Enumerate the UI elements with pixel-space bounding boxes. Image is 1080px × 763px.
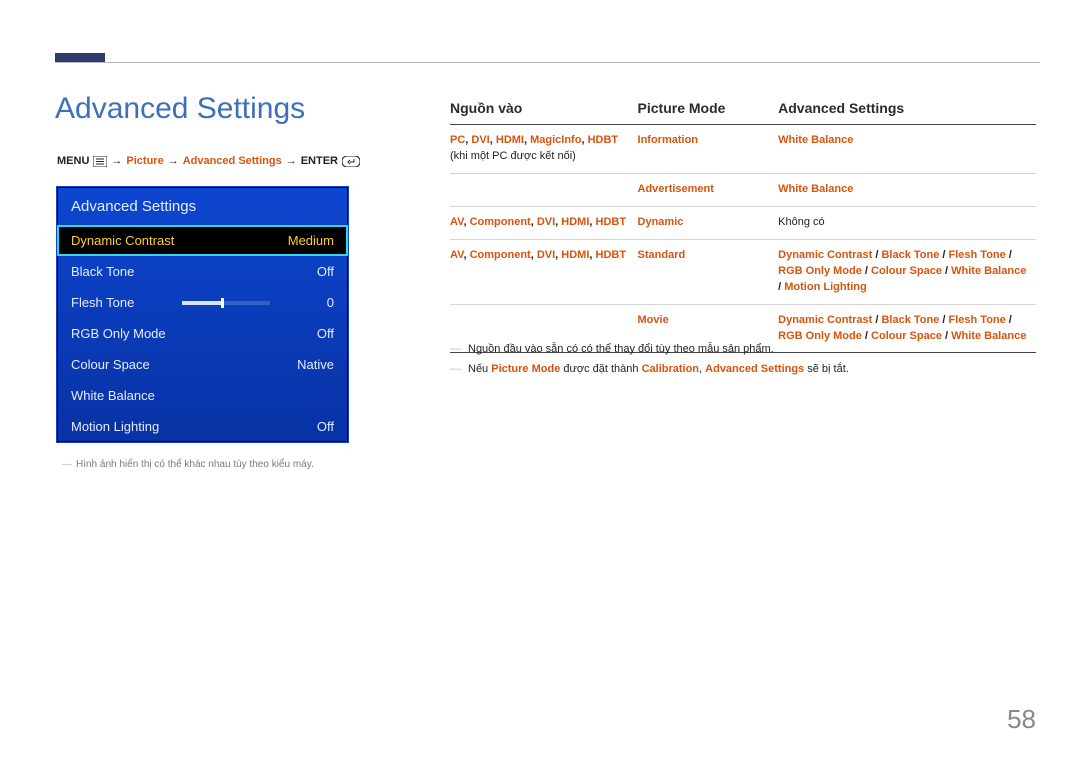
breadcrumb-arrow-1: →: [111, 155, 122, 167]
table-header-source: Nguồn vào: [450, 100, 638, 125]
breadcrumb-enter: ENTER: [301, 155, 338, 167]
cell-source: PC, DVI, HDMI, MagicInfo, HDBT (khi một …: [450, 125, 638, 174]
footnote-1: Nguồn đầu vào sẵn có có thể thay đổi tùy…: [450, 340, 1036, 359]
table-header-mode: Picture Mode: [638, 100, 779, 125]
cell-mode: Information: [638, 125, 779, 174]
osd-row-value: Off: [274, 326, 334, 341]
osd-row[interactable]: White Balance: [57, 380, 348, 411]
table-row: AdvertisementWhite Balance: [450, 173, 1036, 206]
slider[interactable]: [182, 301, 270, 305]
osd-row-value: Off: [274, 419, 334, 434]
osd-row[interactable]: RGB Only ModeOff: [57, 318, 348, 349]
breadcrumb-advanced: Advanced Settings: [183, 155, 282, 167]
breadcrumb-arrow-2: →: [168, 155, 179, 167]
breadcrumb: MENU → Picture → Advanced Settings → ENT…: [57, 155, 360, 167]
header-accent: [55, 53, 105, 62]
osd-row-label: RGB Only Mode: [71, 326, 274, 341]
cell-source: [450, 173, 638, 206]
osd-row-label: Flesh Tone: [71, 295, 182, 310]
enter-icon: [342, 156, 360, 167]
breadcrumb-picture: Picture: [126, 155, 163, 167]
cell-settings: Dynamic Contrast / Black Tone / Flesh To…: [778, 239, 1036, 304]
osd-panel: Advanced Settings Dynamic ContrastMedium…: [56, 186, 349, 443]
breadcrumb-arrow-3: →: [286, 155, 297, 167]
page-title: Advanced Settings: [55, 92, 305, 126]
table-header-row: Nguồn vào Picture Mode Advanced Settings: [450, 100, 1036, 125]
osd-row-value: 0: [274, 295, 334, 310]
osd-row-label: Motion Lighting: [71, 419, 274, 434]
header-rule: [55, 62, 1040, 63]
cell-source: AV, Component, DVI, HDMI, HDBT: [450, 206, 638, 239]
table-row: PC, DVI, HDMI, MagicInfo, HDBT (khi một …: [450, 125, 1036, 174]
cell-settings: Không có: [778, 206, 1036, 239]
osd-footnote: Hình ảnh hiển thị có thể khác nhau tùy t…: [62, 459, 314, 470]
page-number: 58: [1007, 704, 1036, 735]
osd-row-value: Native: [274, 357, 334, 372]
osd-row[interactable]: Motion LightingOff: [57, 411, 348, 442]
osd-row-label: Dynamic Contrast: [71, 233, 274, 248]
cell-mode: Standard: [638, 239, 779, 304]
osd-row-value: Medium: [274, 233, 334, 248]
menu-icon: [93, 156, 107, 167]
cell-mode: Dynamic: [638, 206, 779, 239]
table-row: AV, Component, DVI, HDMI, HDBTStandardDy…: [450, 239, 1036, 304]
cell-source: AV, Component, DVI, HDMI, HDBT: [450, 239, 638, 304]
osd-row[interactable]: Flesh Tone 0: [57, 287, 348, 318]
settings-table: Nguồn vào Picture Mode Advanced Settings…: [450, 100, 1036, 353]
osd-row-label: Black Tone: [71, 264, 274, 279]
breadcrumb-menu: MENU: [57, 155, 89, 167]
table-header-adv: Advanced Settings: [778, 100, 1036, 125]
osd-row[interactable]: Dynamic ContrastMedium: [57, 225, 348, 256]
table-row: AV, Component, DVI, HDMI, HDBTDynamicKhô…: [450, 206, 1036, 239]
cell-mode: Advertisement: [638, 173, 779, 206]
osd-row-label: Colour Space: [71, 357, 274, 372]
footnote-2: Nếu Picture Mode được đặt thành Calibrat…: [450, 360, 1036, 379]
cell-settings: White Balance: [778, 173, 1036, 206]
osd-row[interactable]: Colour SpaceNative: [57, 349, 348, 380]
osd-row-label: White Balance: [71, 388, 274, 403]
cell-settings: White Balance: [778, 125, 1036, 174]
osd-row-value: Off: [274, 264, 334, 279]
osd-title: Advanced Settings: [57, 187, 348, 225]
osd-row[interactable]: Black ToneOff: [57, 256, 348, 287]
